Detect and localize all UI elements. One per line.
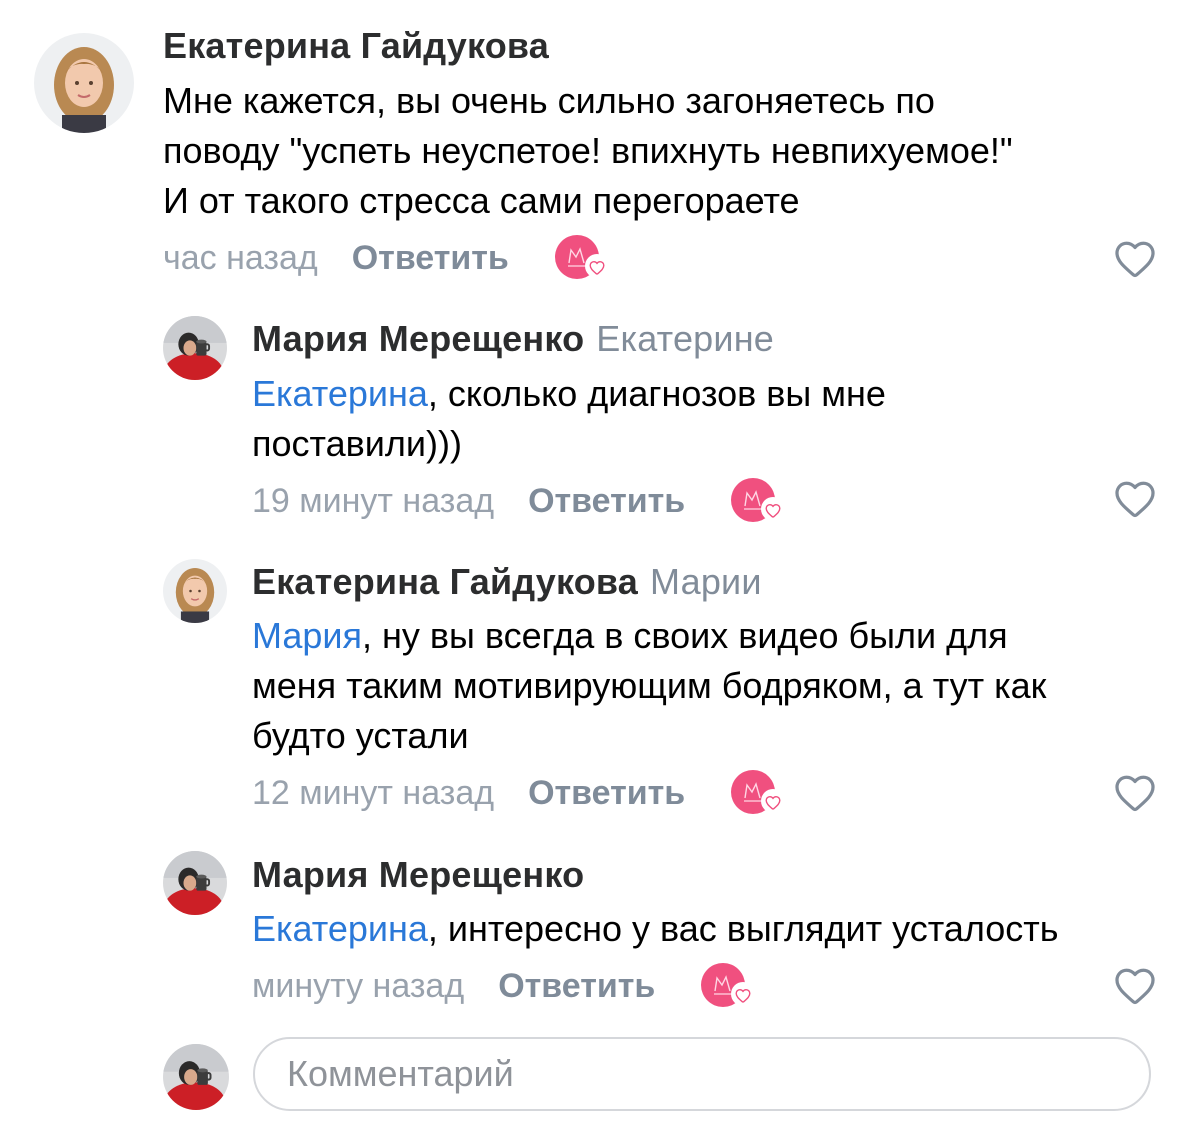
comment-time: 19 минут назад xyxy=(252,481,495,520)
avatar[interactable] xyxy=(163,316,227,380)
comment-author: Екатерина Гайдукова Марии xyxy=(252,561,762,603)
reply-button[interactable]: Ответить xyxy=(528,774,685,813)
avatar-photo-icon xyxy=(163,851,227,915)
avatar-photo-icon xyxy=(163,559,227,623)
author-name[interactable]: Екатерина Гайдукова xyxy=(252,561,638,602)
heart-outline-icon xyxy=(1112,770,1158,816)
current-user-avatar[interactable] xyxy=(163,1044,229,1110)
comment-time: минуту назад xyxy=(252,966,465,1005)
avatar[interactable] xyxy=(34,33,134,133)
comment-line: Мне кажется, вы очень сильно загоняетесь… xyxy=(163,80,935,121)
reaction-avatar-heart-icon xyxy=(731,476,787,526)
avatar[interactable] xyxy=(163,851,227,915)
comment-author: Мария Мерещенко Екатерине xyxy=(252,318,774,360)
avatar-photo-icon xyxy=(163,1044,229,1110)
heart-outline-icon xyxy=(1112,236,1158,282)
comment-meta: час назад Ответить xyxy=(163,233,611,283)
reply-button[interactable]: Ответить xyxy=(498,967,655,1006)
like-button[interactable] xyxy=(1112,476,1158,527)
comment-line: будто устали xyxy=(252,715,469,756)
comment-line: Екатерина, сколько диагнозов вы мне xyxy=(252,369,886,419)
heart-outline-icon xyxy=(1112,963,1158,1009)
comment-time: 12 минут назад xyxy=(252,773,495,812)
avatar-photo-icon xyxy=(34,33,134,133)
mention-link[interactable]: Мария xyxy=(252,615,362,656)
comment-line: поводу "успеть неуспетое! впихнуть невпи… xyxy=(163,130,1013,171)
comment-text: Екатерина, сколько диагнозов вы мне пост… xyxy=(252,369,886,469)
reaction-badge[interactable] xyxy=(731,476,787,526)
comment-line: И от такого стресса сами перегораете xyxy=(163,180,800,221)
comment-line-text: , сколько диагнозов вы мне xyxy=(427,373,886,414)
comment-line: меня таким мотивирующим бодряком, а тут … xyxy=(252,665,1047,706)
author-name[interactable]: Мария Мерещенко xyxy=(252,854,584,895)
comment-text: Мария, ну вы всегда в своих видео были д… xyxy=(252,611,1046,761)
like-button[interactable] xyxy=(1112,770,1158,821)
reaction-badge[interactable] xyxy=(731,768,787,818)
comment-time: час назад xyxy=(163,238,318,277)
avatar-photo-icon xyxy=(163,316,227,380)
reaction-avatar-heart-icon xyxy=(701,961,757,1011)
author-name[interactable]: Екатерина Гайдукова xyxy=(163,25,549,66)
comment-line-text: , интересно у вас выглядит усталость xyxy=(427,908,1059,949)
reaction-badge[interactable] xyxy=(555,233,611,283)
reply-to-name[interactable]: Екатерине xyxy=(596,318,774,359)
comment-meta: 12 минут назад Ответить xyxy=(252,768,787,818)
comment-text: Мне кажется, вы очень сильно загоняетесь… xyxy=(163,76,1013,226)
author-name[interactable]: Мария Мерещенко xyxy=(252,318,584,359)
comment-input[interactable] xyxy=(253,1037,1151,1111)
mention-link[interactable]: Екатерина xyxy=(252,373,428,414)
like-button[interactable] xyxy=(1112,236,1158,287)
reaction-avatar-heart-icon xyxy=(555,233,611,283)
comment-author: Мария Мерещенко xyxy=(252,854,584,896)
comment-line-text: , ну вы всегда в своих видео были для xyxy=(362,615,1008,656)
comment-text: Екатерина, интересно у вас выглядит уста… xyxy=(252,904,1059,954)
like-button[interactable] xyxy=(1112,963,1158,1014)
comment-line: Мария, ну вы всегда в своих видео были д… xyxy=(252,611,1046,661)
reaction-avatar-heart-icon xyxy=(731,768,787,818)
comment-line: поставили))) xyxy=(252,423,462,464)
comment-line: Екатерина, интересно у вас выглядит уста… xyxy=(252,904,1059,954)
reaction-badge[interactable] xyxy=(701,961,757,1011)
comment-meta: минуту назад Ответить xyxy=(252,961,757,1011)
mention-link[interactable]: Екатерина xyxy=(252,908,428,949)
comment-author[interactable]: Екатерина Гайдукова xyxy=(163,25,549,67)
comment-meta: 19 минут назад Ответить xyxy=(252,476,787,526)
avatar[interactable] xyxy=(163,559,227,623)
reply-button[interactable]: Ответить xyxy=(528,482,685,521)
reply-button[interactable]: Ответить xyxy=(352,239,509,278)
heart-outline-icon xyxy=(1112,476,1158,522)
reply-to-name[interactable]: Марии xyxy=(650,561,762,602)
